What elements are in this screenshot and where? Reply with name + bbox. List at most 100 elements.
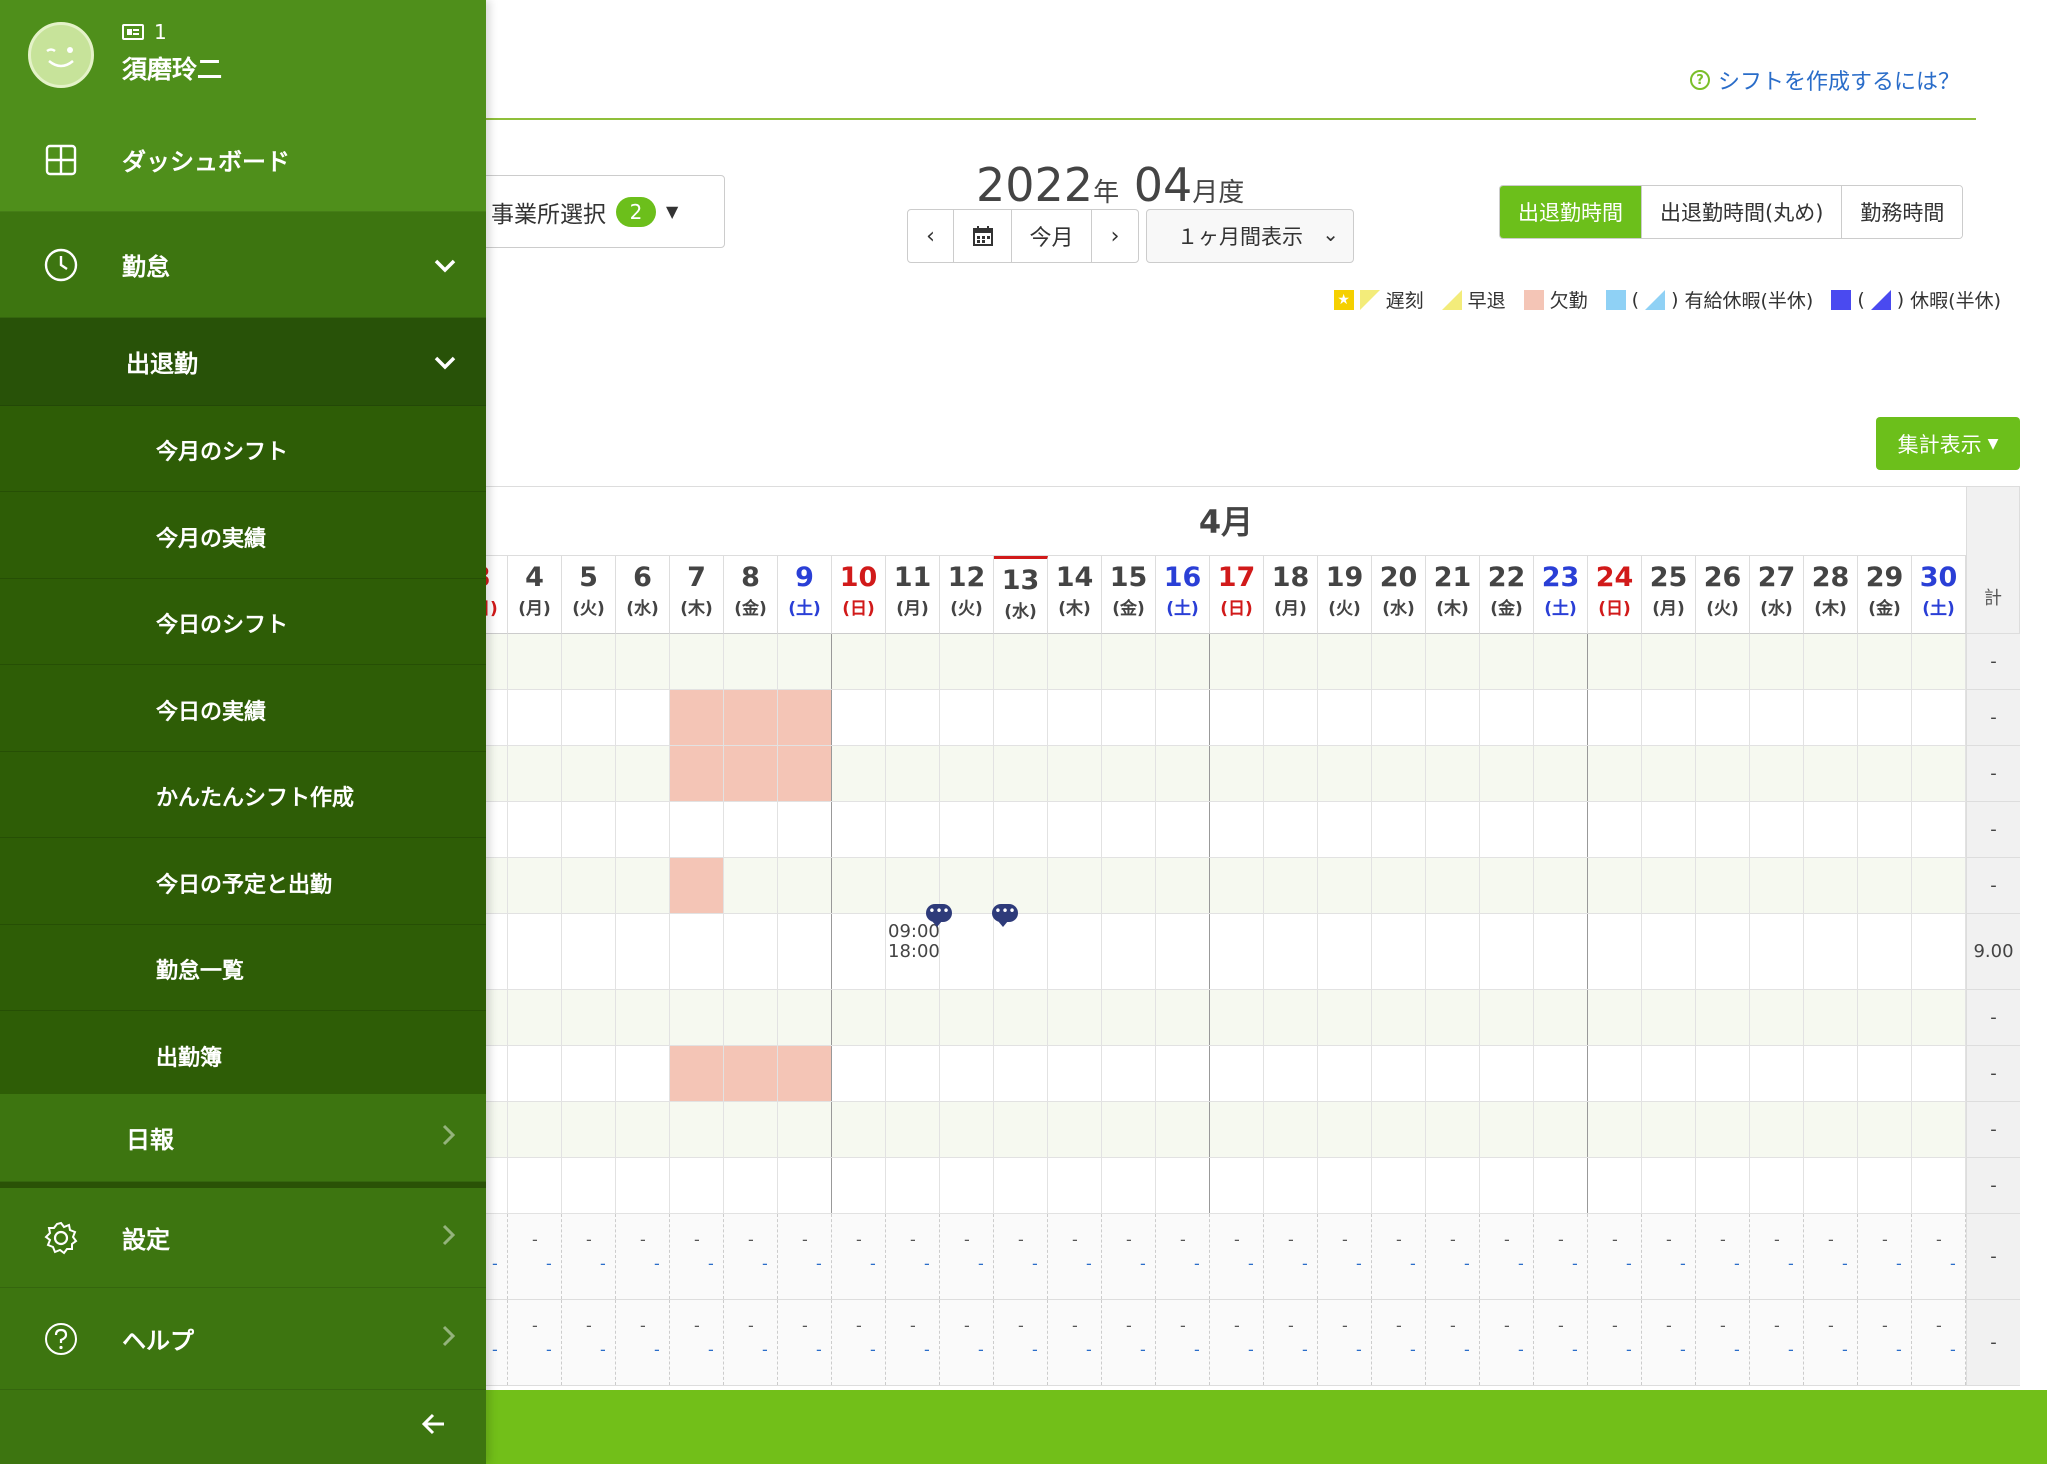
day-cell[interactable] [1102, 746, 1156, 801]
day-header[interactable]: 19 (火) [1318, 556, 1372, 634]
day-cell[interactable] [832, 634, 886, 689]
day-cell[interactable] [1210, 746, 1264, 801]
day-cell[interactable] [562, 746, 616, 801]
day-header[interactable]: 30 (土) [1912, 556, 1966, 634]
day-cell[interactable] [832, 690, 886, 745]
day-cell[interactable] [616, 746, 670, 801]
day-cell[interactable] [1588, 914, 1642, 989]
day-cell[interactable] [994, 1046, 1048, 1101]
day-cell[interactable] [886, 1158, 940, 1213]
day-cell[interactable] [616, 914, 670, 989]
day-cell[interactable] [1318, 1102, 1372, 1157]
day-cell[interactable] [1642, 802, 1696, 857]
day-cell[interactable] [1210, 858, 1264, 913]
day-cell[interactable] [1480, 802, 1534, 857]
day-cell[interactable] [1534, 634, 1588, 689]
day-header[interactable]: 18 (月) [1264, 556, 1318, 634]
day-cell[interactable] [940, 746, 994, 801]
day-cell[interactable] [1642, 690, 1696, 745]
day-cell[interactable] [1804, 1102, 1858, 1157]
day-cell[interactable] [1426, 1158, 1480, 1213]
day-cell[interactable] [1642, 914, 1696, 989]
help-link[interactable]: ? シフトを作成するには？ [1690, 64, 1960, 96]
day-cell[interactable] [562, 1102, 616, 1157]
sidebar-item-help[interactable]: ヘルプ [0, 1288, 486, 1390]
day-cell[interactable] [1750, 1158, 1804, 1213]
day-cell[interactable] [994, 802, 1048, 857]
day-cell[interactable] [1156, 746, 1210, 801]
sidebar-subitem[interactable]: 今日の実績 [0, 665, 486, 752]
day-cell[interactable] [1318, 1046, 1372, 1101]
day-cell[interactable] [1480, 914, 1534, 989]
day-cell[interactable] [940, 914, 994, 989]
day-cell[interactable] [832, 1046, 886, 1101]
day-header[interactable]: 10 (日) [832, 556, 886, 634]
day-cell[interactable] [1642, 746, 1696, 801]
day-cell[interactable] [778, 990, 832, 1045]
day-header[interactable]: 17 (日) [1210, 556, 1264, 634]
day-cell[interactable] [1426, 1046, 1480, 1101]
day-cell[interactable] [1048, 1046, 1102, 1101]
day-cell[interactable] [1588, 746, 1642, 801]
day-header[interactable]: 16 (土) [1156, 556, 1210, 634]
day-header[interactable]: 15 (金) [1102, 556, 1156, 634]
day-cell[interactable] [1426, 690, 1480, 745]
day-cell[interactable] [1156, 1158, 1210, 1213]
day-cell[interactable] [1750, 914, 1804, 989]
sidebar-item-settings[interactable]: 設定 [0, 1182, 486, 1288]
day-cell[interactable] [1750, 858, 1804, 913]
day-cell[interactable] [1642, 990, 1696, 1045]
day-cell[interactable] [1696, 1102, 1750, 1157]
day-header[interactable]: 5 (火) [562, 556, 616, 634]
day-header[interactable]: 13 (水) [994, 556, 1048, 634]
mode-work-time[interactable]: 勤務時間 [1842, 186, 1963, 238]
day-cell[interactable] [724, 802, 778, 857]
sidebar-item-dashboard[interactable]: ダッシュボード [0, 108, 486, 212]
day-cell[interactable] [1048, 1158, 1102, 1213]
day-cell[interactable] [486, 802, 508, 857]
day-cell[interactable] [1048, 802, 1102, 857]
day-cell[interactable] [508, 746, 562, 801]
day-cell[interactable] [1858, 858, 1912, 913]
day-cell[interactable] [1048, 858, 1102, 913]
day-cell[interactable] [486, 914, 508, 989]
day-cell[interactable] [1804, 914, 1858, 989]
day-cell[interactable] [1588, 858, 1642, 913]
day-cell[interactable] [616, 634, 670, 689]
day-cell[interactable] [1048, 990, 1102, 1045]
day-cell[interactable] [1426, 858, 1480, 913]
sidebar-subitem[interactable]: 出勤簿 [0, 1011, 486, 1098]
day-cell[interactable] [1696, 802, 1750, 857]
day-cell[interactable] [1102, 1102, 1156, 1157]
day-cell[interactable] [1318, 1158, 1372, 1213]
day-cell[interactable] [1858, 914, 1912, 989]
day-cell[interactable] [832, 746, 886, 801]
day-header[interactable]: 23 (土) [1534, 556, 1588, 634]
day-cell[interactable] [1534, 802, 1588, 857]
day-cell[interactable] [724, 858, 778, 913]
day-cell[interactable] [1480, 1102, 1534, 1157]
sidebar-subitem[interactable]: かんたんシフト作成 [0, 752, 486, 838]
day-cell[interactable] [670, 634, 724, 689]
day-cell[interactable] [994, 990, 1048, 1045]
summary-display-button[interactable]: 集計表示 ▼ [1876, 417, 2020, 470]
day-cell[interactable] [1264, 746, 1318, 801]
day-cell[interactable] [508, 690, 562, 745]
day-cell[interactable] [1858, 634, 1912, 689]
prev-month-button[interactable]: ‹ [908, 210, 954, 262]
absent-cell[interactable] [724, 746, 778, 801]
day-cell[interactable] [1588, 1102, 1642, 1157]
sidebar-subitem[interactable]: 今日の予定と出勤 [0, 838, 486, 925]
day-cell[interactable] [1156, 802, 1210, 857]
day-cell[interactable] [670, 914, 724, 989]
day-cell[interactable] [1318, 990, 1372, 1045]
day-cell[interactable] [1750, 802, 1804, 857]
day-cell[interactable] [832, 802, 886, 857]
day-cell[interactable] [670, 990, 724, 1045]
day-header[interactable]: 24 (日) [1588, 556, 1642, 634]
day-cell[interactable] [1912, 990, 1966, 1045]
next-month-button[interactable]: › [1092, 210, 1138, 262]
day-cell[interactable] [1912, 858, 1966, 913]
day-cell[interactable] [1372, 1102, 1426, 1157]
day-cell[interactable] [724, 634, 778, 689]
